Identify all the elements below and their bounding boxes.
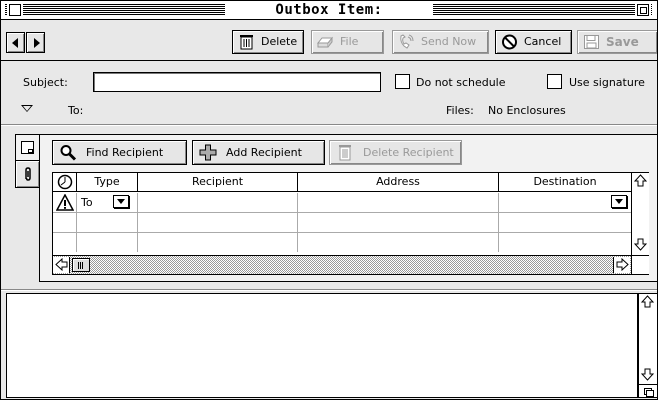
table-row[interactable] <box>53 233 631 253</box>
recipients-table: Type Recipient Address Destination To <box>52 172 649 275</box>
scroll-right-arrow-icon[interactable] <box>613 257 630 273</box>
message-body-textarea[interactable] <box>6 293 638 398</box>
scroll-down-arrow-icon[interactable] <box>632 237 649 253</box>
column-header-type[interactable]: Type <box>77 173 138 191</box>
tab-attachments[interactable] <box>15 160 40 188</box>
body-vertical-scrollbar[interactable] <box>638 293 657 398</box>
table-vertical-scrollbar[interactable] <box>631 173 649 255</box>
send-now-icon <box>400 34 414 49</box>
plus-icon <box>199 144 217 161</box>
window-title: Outbox Item: <box>231 2 427 19</box>
add-recipient-button[interactable]: Add Recipient <box>192 140 325 165</box>
row-status-cell <box>53 193 77 212</box>
scroll-thumb[interactable] <box>72 258 90 272</box>
destination-cell[interactable] <box>499 193 631 212</box>
column-header-recipient[interactable]: Recipient <box>138 173 298 191</box>
table-horizontal-scrollbar[interactable] <box>53 255 649 274</box>
file-button-label: File <box>340 35 359 48</box>
to-label: To: <box>68 104 84 117</box>
do-not-schedule-checkbox[interactable] <box>395 74 410 89</box>
do-not-schedule-label: Do not schedule <box>416 76 506 89</box>
tab-recipients[interactable] <box>15 134 40 162</box>
delete-recipient-label: Delete Recipient <box>363 146 454 159</box>
find-recipient-label: Find Recipient <box>86 146 164 159</box>
type-value: To <box>81 196 93 209</box>
cancel-icon <box>502 34 517 50</box>
zoom-box-icon[interactable] <box>637 4 649 16</box>
address-card-icon <box>21 141 34 154</box>
find-recipient-button[interactable]: Find Recipient <box>52 140 187 165</box>
right-arrow-icon <box>34 38 40 48</box>
address-cell[interactable] <box>298 193 499 212</box>
clock-icon <box>57 174 72 190</box>
divider <box>1 124 657 126</box>
use-signature-checkbox[interactable] <box>547 74 562 89</box>
column-header-status <box>53 173 77 191</box>
send-now-button[interactable]: Send Now <box>392 30 489 54</box>
outbox-item-window: Outbox Item: Delete File Send Now Cancel… <box>0 0 658 400</box>
close-box-icon[interactable] <box>9 4 21 16</box>
add-recipient-label: Add Recipient <box>226 146 302 159</box>
title-stripes-left <box>5 4 225 16</box>
scroll-up-arrow-icon[interactable] <box>632 173 649 189</box>
delete-recipient-button[interactable]: Delete Recipient <box>329 140 462 165</box>
scroll-up-arrow-icon[interactable] <box>639 294 656 310</box>
trash-icon <box>339 145 351 161</box>
table-row[interactable] <box>53 213 631 233</box>
type-dropdown-icon[interactable] <box>113 195 129 208</box>
scroll-corner <box>631 255 649 274</box>
table-row[interactable]: To <box>53 193 631 213</box>
file-tray-icon <box>317 36 334 48</box>
title-stripes-right <box>433 4 652 16</box>
warning-triangle-icon <box>56 194 74 211</box>
save-button-label: Save <box>606 35 639 49</box>
disclosure-triangle-icon[interactable] <box>21 105 33 112</box>
destination-dropdown-icon[interactable] <box>611 195 627 208</box>
subject-label: Subject: <box>23 76 68 89</box>
scroll-down-arrow-icon[interactable] <box>639 367 656 383</box>
recipients-panel: Find Recipient Add Recipient Delete Reci… <box>39 134 657 282</box>
delete-button[interactable]: Delete <box>232 30 304 54</box>
table-header: Type Recipient Address Destination <box>53 173 631 192</box>
scroll-left-arrow-icon[interactable] <box>53 257 70 273</box>
send-now-button-label: Send Now <box>421 35 477 48</box>
type-cell[interactable]: To <box>77 193 138 212</box>
toolbar: Delete File Send Now Cancel Save <box>1 21 657 61</box>
cancel-button[interactable]: Cancel <box>495 30 572 54</box>
next-item-button[interactable] <box>26 32 45 53</box>
divider <box>1 289 657 291</box>
delete-button-label: Delete <box>261 35 298 48</box>
column-header-destination[interactable]: Destination <box>499 173 631 191</box>
use-signature-label: Use signature <box>569 76 645 89</box>
resize-grow-box-icon[interactable] <box>638 384 657 398</box>
previous-item-button[interactable] <box>6 32 25 53</box>
recipient-cell[interactable] <box>138 193 298 212</box>
trash-icon <box>240 35 253 50</box>
left-arrow-icon <box>12 38 18 48</box>
cancel-button-label: Cancel <box>524 35 562 48</box>
files-label: Files: <box>446 104 474 117</box>
save-disk-icon <box>584 35 599 49</box>
file-button[interactable]: File <box>311 30 384 54</box>
paperclip-icon <box>25 167 31 181</box>
magnifier-icon <box>60 145 77 161</box>
files-value: No Enclosures <box>488 104 566 117</box>
title-bar[interactable]: Outbox Item: <box>1 1 657 20</box>
subject-input[interactable] <box>93 72 381 92</box>
save-button[interactable]: Save <box>577 30 657 54</box>
column-header-address[interactable]: Address <box>298 173 499 191</box>
